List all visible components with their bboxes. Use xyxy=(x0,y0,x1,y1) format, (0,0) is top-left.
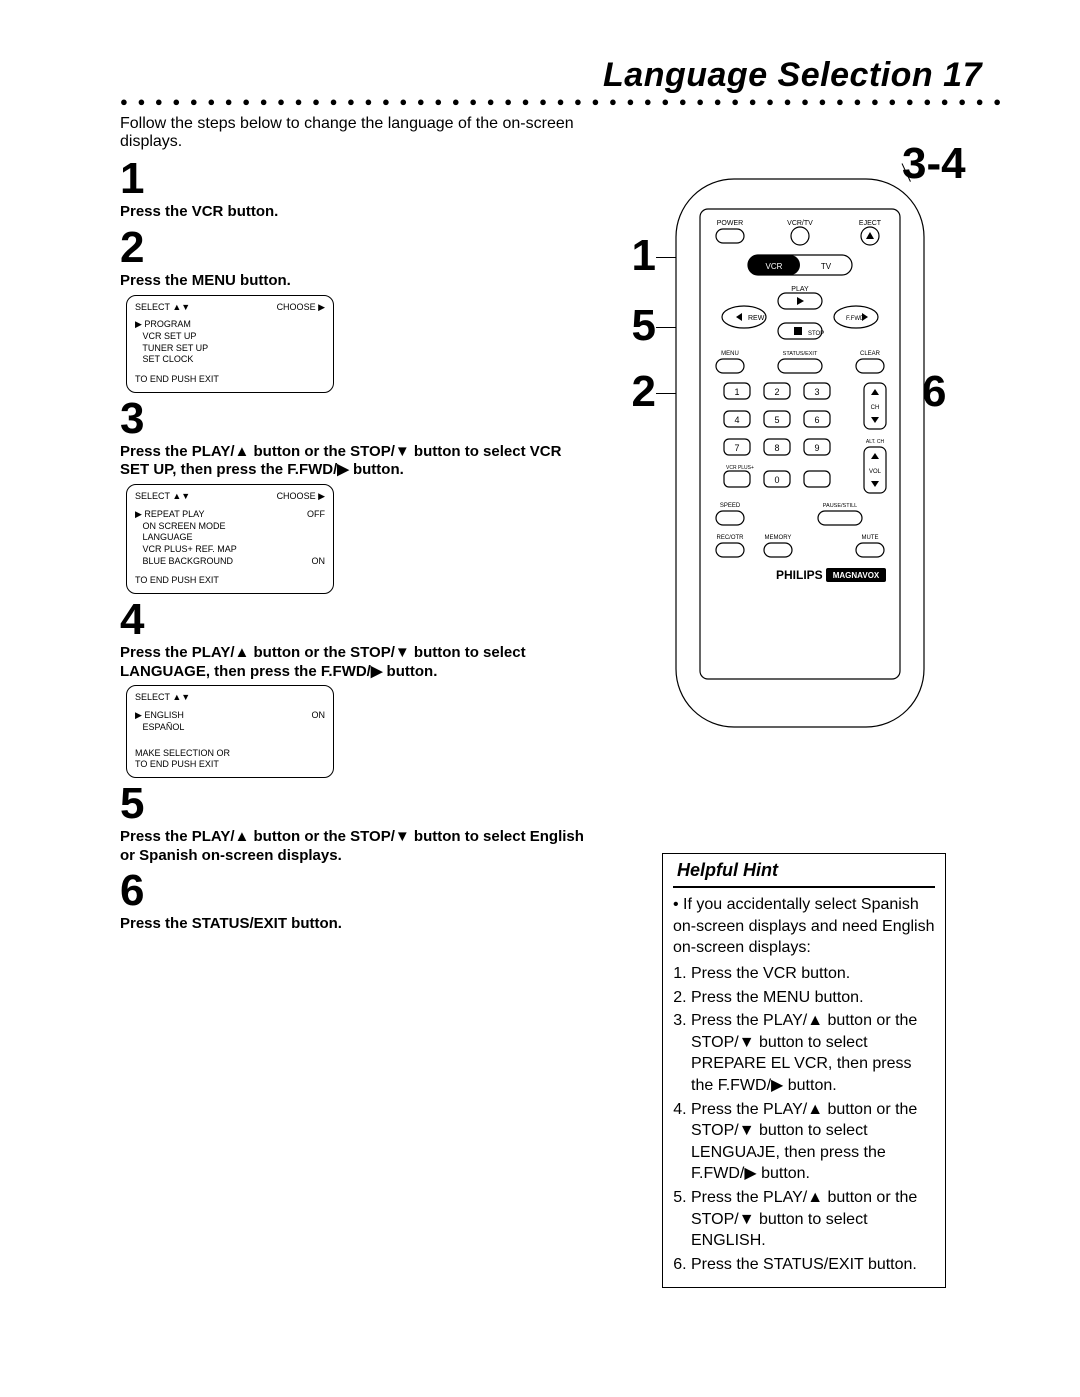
remote-column: 3-4 1 5 2 6 POWER xyxy=(612,113,1042,1288)
osd2-r1r: OFF xyxy=(307,509,325,521)
osd1-line1: ▶ PROGRAM xyxy=(135,319,325,331)
step-2-number: 2 xyxy=(120,226,592,270)
osd2-r1l: ▶ REPEAT PLAY xyxy=(135,509,204,521)
osd1-line4: SET CLOCK xyxy=(135,354,325,366)
osd2-r5l: BLUE BACKGROUND xyxy=(135,556,233,568)
osd3-r2: ESPAÑOL xyxy=(135,722,325,734)
svg-text:EJECT: EJECT xyxy=(859,220,882,227)
helpful-hint-box: Helpful Hint • If you accidentally selec… xyxy=(662,853,946,1288)
hint-step-4: Press the PLAY/▲ button or the STOP/▼ bu… xyxy=(691,1099,935,1185)
svg-text:4: 4 xyxy=(734,415,739,425)
svg-text:STOP: STOP xyxy=(808,331,824,337)
svg-text:1: 1 xyxy=(734,387,739,397)
remote-diagram: 3-4 1 5 2 6 POWER xyxy=(612,113,1042,813)
svg-text:PHILIPS: PHILIPS xyxy=(776,568,823,582)
callout-2: 2 xyxy=(612,367,656,417)
svg-text:VCR: VCR xyxy=(766,262,783,271)
osd2-r2: ON SCREEN MODE xyxy=(135,521,325,533)
svg-text:VCR PLUS+: VCR PLUS+ xyxy=(726,465,754,471)
callout-1: 1 xyxy=(612,231,656,281)
hint-title: Helpful Hint xyxy=(677,858,935,882)
step-2-text: Press the MENU button. xyxy=(120,272,592,291)
title-text: Language Selection xyxy=(603,56,933,94)
page-title: Language Selection 17 xyxy=(120,56,982,95)
osd3-head: SELECT ▲▼ xyxy=(135,692,325,704)
intro-text: Follow the steps below to change the lan… xyxy=(120,115,592,151)
osd3-f1: MAKE SELECTION OR xyxy=(135,748,325,760)
page-number: 17 xyxy=(943,56,982,94)
hint-step-6: Press the STATUS/EXIT button. xyxy=(691,1254,935,1276)
svg-text:3: 3 xyxy=(814,387,819,397)
callout-5: 5 xyxy=(612,301,656,351)
svg-text:7: 7 xyxy=(734,443,739,453)
osd1-head-right: CHOOSE ▶ xyxy=(277,302,325,314)
svg-text:2: 2 xyxy=(774,387,779,397)
manual-page: Language Selection 17 ● ● ● ● ● ● ● ● ● … xyxy=(0,0,1080,1397)
osd-menu-1: SELECT ▲▼ CHOOSE ▶ ▶ PROGRAM VCR SET UP … xyxy=(126,295,334,393)
osd1-footer: TO END PUSH EXIT xyxy=(135,374,325,386)
osd3-r1r: ON xyxy=(312,710,326,722)
svg-text:ALT. CH: ALT. CH xyxy=(866,439,885,445)
osd1-line2: VCR SET UP xyxy=(135,331,325,343)
step-3-text: Press the PLAY/▲ button or the STOP/▼ bu… xyxy=(120,443,592,481)
step-5-number: 5 xyxy=(120,782,592,826)
svg-text:VCR/TV: VCR/TV xyxy=(787,220,813,227)
svg-text:PLAY: PLAY xyxy=(791,286,809,293)
steps-column: Follow the steps below to change the lan… xyxy=(120,113,592,938)
osd-menu-3: SELECT ▲▼ ▶ ENGLISH ON ESPAÑOL MAKE SELEC… xyxy=(126,685,334,777)
step-6-text: Press the STATUS/EXIT button. xyxy=(120,915,592,934)
svg-text:REW: REW xyxy=(748,315,765,322)
hint-step-2: Press the MENU button. xyxy=(691,987,935,1009)
osd2-footer: TO END PUSH EXIT xyxy=(135,575,325,587)
step-4-text: Press the PLAY/▲ button or the STOP/▼ bu… xyxy=(120,644,592,682)
svg-text:9: 9 xyxy=(814,443,819,453)
svg-text:PAUSE/STILL: PAUSE/STILL xyxy=(823,503,857,509)
osd3-f2: TO END PUSH EXIT xyxy=(135,759,325,771)
svg-text:0: 0 xyxy=(774,475,779,485)
svg-text:8: 8 xyxy=(774,443,779,453)
osd2-r4: VCR PLUS+ REF. MAP xyxy=(135,544,325,556)
svg-text:SPEED: SPEED xyxy=(720,503,741,509)
svg-text:CH: CH xyxy=(871,405,880,411)
hint-rule xyxy=(673,886,935,888)
osd2-head-left: SELECT ▲▼ xyxy=(135,491,190,503)
svg-text:6: 6 xyxy=(814,415,819,425)
step-3-number: 3 xyxy=(120,397,592,441)
hint-step-5: Press the PLAY/▲ button or the STOP/▼ bu… xyxy=(691,1187,935,1252)
dotted-rule: ● ● ● ● ● ● ● ● ● ● ● ● ● ● ● ● ● ● ● ● … xyxy=(120,97,1008,107)
hint-lead: • If you accidentally select Spanish on-… xyxy=(673,894,935,959)
svg-text:MUTE: MUTE xyxy=(862,535,879,541)
osd2-r5r: ON xyxy=(312,556,326,568)
svg-text:5: 5 xyxy=(774,415,779,425)
osd2-head-right: CHOOSE ▶ xyxy=(277,491,325,503)
hint-step-3: Press the PLAY/▲ button or the STOP/▼ bu… xyxy=(691,1010,935,1096)
svg-text:MENU: MENU xyxy=(721,351,739,357)
svg-text:REC/OTR: REC/OTR xyxy=(717,535,745,541)
svg-text:STATUS/EXIT: STATUS/EXIT xyxy=(783,351,818,357)
osd3-r1l: ▶ ENGLISH xyxy=(135,710,184,722)
osd2-r3: LANGUAGE xyxy=(135,532,325,544)
hint-step-1: Press the VCR button. xyxy=(691,963,935,985)
svg-text:CLEAR: CLEAR xyxy=(860,351,881,357)
osd-menu-2: SELECT ▲▼ CHOOSE ▶ ▶ REPEAT PLAY OFF ON S… xyxy=(126,484,334,594)
osd1-line3: TUNER SET UP xyxy=(135,343,325,355)
step-4-number: 4 xyxy=(120,598,592,642)
step-6-number: 6 xyxy=(120,869,592,913)
step-1-text: Press the VCR button. xyxy=(120,203,592,222)
osd1-head-left: SELECT ▲▼ xyxy=(135,302,190,314)
svg-text:VOL: VOL xyxy=(869,469,882,475)
svg-text:MAGNAVOX: MAGNAVOX xyxy=(833,571,880,580)
step-5-text: Press the PLAY/▲ button or the STOP/▼ bu… xyxy=(120,828,592,866)
svg-text:MEMORY: MEMORY xyxy=(765,535,792,541)
step-1-number: 1 xyxy=(120,157,592,201)
callout-6: 6 xyxy=(922,367,1016,417)
svg-text:POWER: POWER xyxy=(717,220,743,227)
svg-text:TV: TV xyxy=(821,262,832,271)
